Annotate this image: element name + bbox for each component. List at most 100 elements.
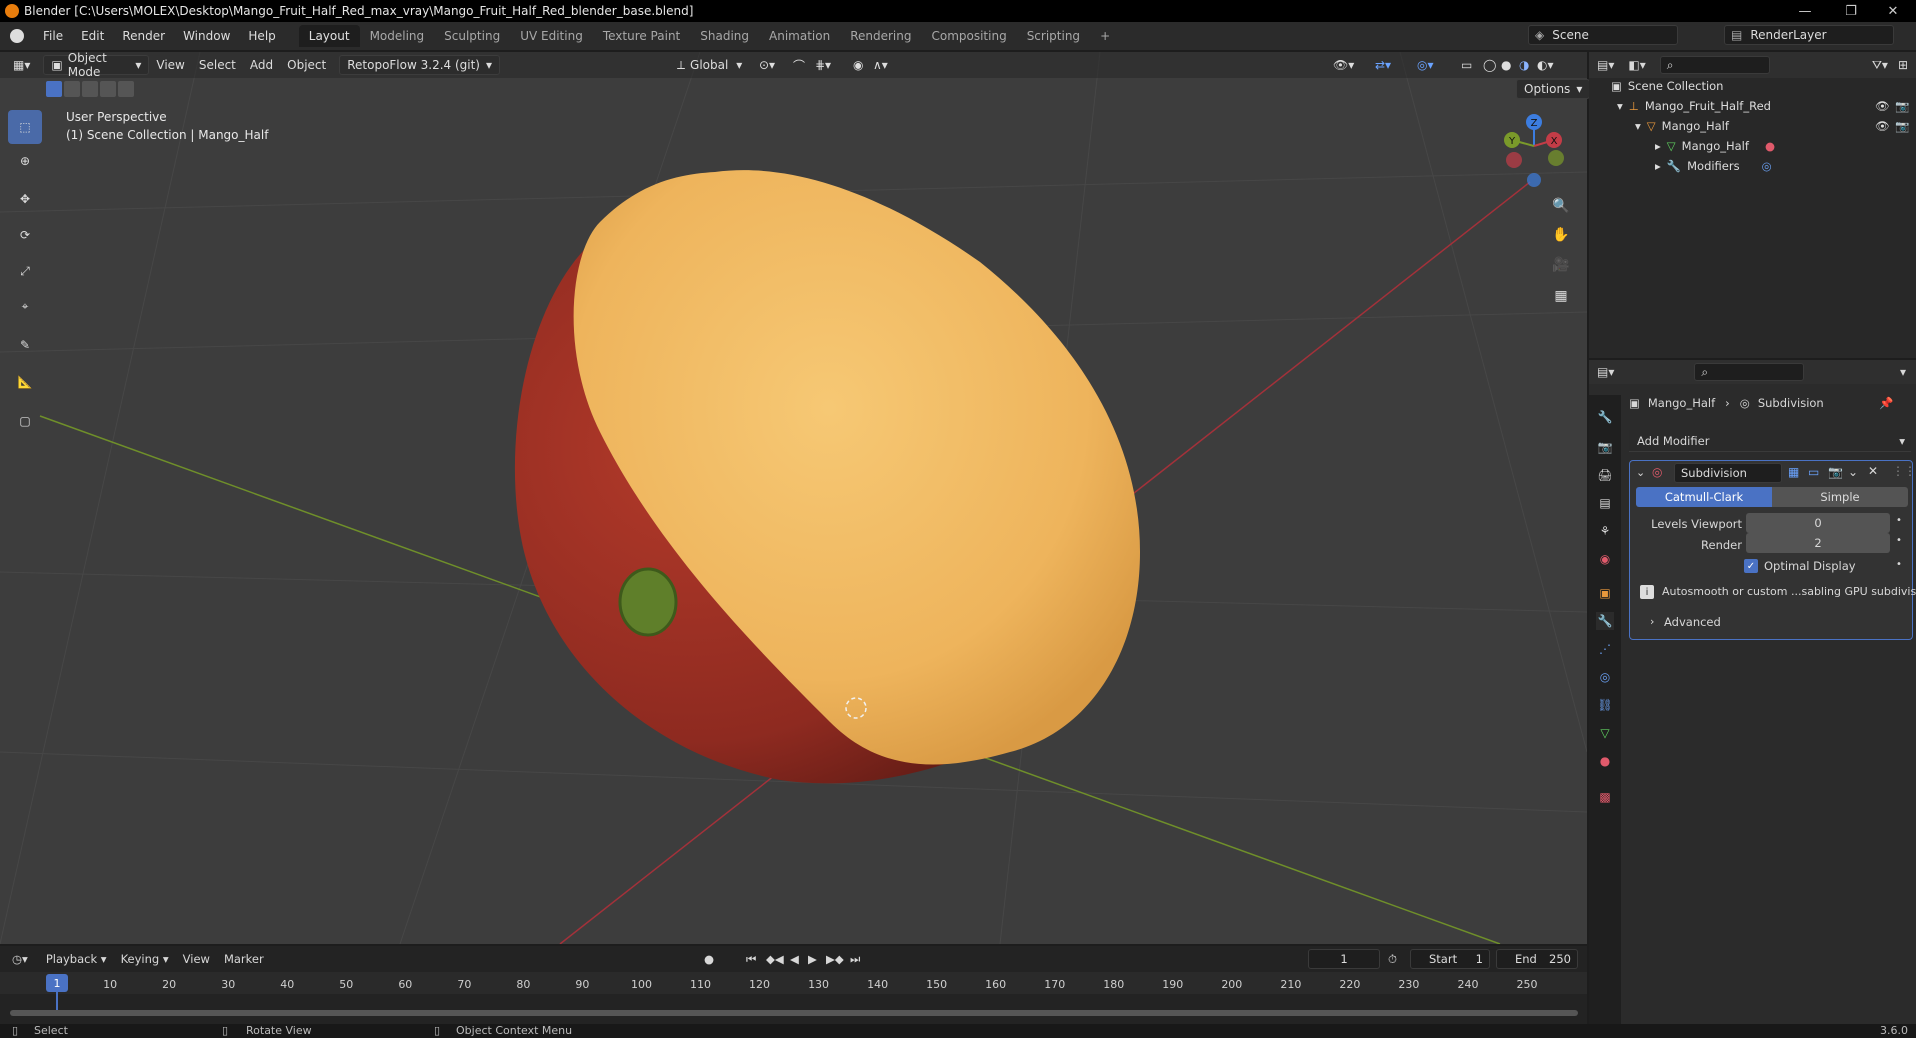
navigation-gizmo[interactable]: Z Y X: [1496, 110, 1572, 190]
next-keyframe-icon[interactable]: ▶◆: [826, 952, 844, 966]
add-cube-tool[interactable]: ▢: [8, 404, 42, 438]
pin-icon[interactable]: 📌: [1879, 396, 1893, 410]
menu-add[interactable]: Add: [243, 55, 280, 75]
select-extend-icon[interactable]: [64, 81, 80, 97]
measure-tool[interactable]: 📐: [8, 365, 42, 399]
falloff-icon[interactable]: ∧▾: [866, 55, 895, 75]
menu-help[interactable]: Help: [239, 29, 284, 43]
edit-mode-toggle-icon[interactable]: ▦: [1788, 465, 1799, 479]
snap-target-icon[interactable]: ⋕▾: [808, 55, 838, 75]
move-tool[interactable]: ✥: [8, 182, 42, 216]
orientation-dropdown[interactable]: ⟂ Global ▾: [670, 55, 749, 75]
view-layer-selector[interactable]: ▤ RenderLayer: [1724, 25, 1894, 45]
play-icon[interactable]: ▶: [808, 952, 817, 966]
stopwatch-icon[interactable]: ⏱: [1388, 952, 1397, 967]
outliner-row-mesh-data[interactable]: ▸ ▽ Mango_Half ●: [1589, 136, 1916, 156]
restore-button[interactable]: ❐: [1828, 0, 1874, 22]
add-workspace-button[interactable]: +: [1090, 25, 1120, 47]
eye-icon[interactable]: 👁: [1875, 99, 1890, 113]
tab-rendering[interactable]: Rendering: [840, 25, 921, 47]
tab-compositing[interactable]: Compositing: [921, 25, 1016, 47]
mode-dropdown[interactable]: ▣ Object Mode ▾: [43, 51, 150, 79]
rotate-tool[interactable]: ⟳: [8, 218, 42, 252]
menu-marker[interactable]: Marker: [224, 952, 264, 966]
menu-select[interactable]: Select: [192, 55, 243, 75]
filter-icon[interactable]: ⛛▾: [1872, 58, 1888, 73]
outliner-row-mango-half[interactable]: ▾ ▽ Mango_Half 👁 📷: [1589, 116, 1916, 136]
zoom-icon[interactable]: 🔍: [1548, 193, 1574, 219]
expand-chevron-icon[interactable]: ▾: [1617, 99, 1623, 113]
menu-timeline-view[interactable]: View: [183, 952, 210, 966]
chevron-down-icon[interactable]: ▾: [1900, 365, 1906, 379]
outliner-editor-icon[interactable]: ▤▾: [1597, 58, 1614, 72]
minimize-button[interactable]: —: [1782, 0, 1828, 22]
options-button[interactable]: Options ▾: [1516, 79, 1591, 99]
select-subtract-icon[interactable]: [82, 81, 98, 97]
current-frame-field[interactable]: 1: [1308, 949, 1380, 969]
scale-tool[interactable]: ⤢: [8, 254, 42, 288]
menu-render[interactable]: Render: [113, 29, 174, 43]
tab-scripting[interactable]: Scripting: [1017, 25, 1090, 47]
outliner-row-scene-collection[interactable]: ▣ Scene Collection: [1589, 76, 1916, 96]
camera-icon[interactable]: 📷: [1895, 119, 1909, 133]
overlay-toggle-icon[interactable]: ◎▾: [1410, 55, 1441, 75]
properties-editor-icon[interactable]: ▤▾: [1597, 365, 1614, 379]
blender-menu-icon[interactable]: [10, 29, 24, 43]
simple-option[interactable]: Simple: [1772, 487, 1908, 507]
select-new-icon[interactable]: [46, 81, 62, 97]
tab-layout[interactable]: Layout: [298, 25, 360, 47]
animate-dot-icon[interactable]: •: [1896, 559, 1902, 570]
playhead-marker[interactable]: 1: [46, 974, 68, 992]
tab-texture-paint[interactable]: Texture Paint: [593, 25, 690, 47]
collapse-chevron-icon[interactable]: ▸: [1655, 139, 1661, 153]
texture-tab-icon[interactable]: ▩: [1596, 788, 1614, 806]
output-tab-icon[interactable]: 🖨: [1596, 466, 1614, 484]
pan-hand-icon[interactable]: ✋: [1548, 222, 1574, 248]
expand-chevron-icon[interactable]: ›: [1650, 615, 1654, 628]
scene-tab-icon[interactable]: ⚘: [1596, 522, 1614, 540]
tab-shading[interactable]: Shading: [690, 25, 759, 47]
view-layer-tab-icon[interactable]: ▤: [1596, 494, 1614, 512]
expand-chevron-icon[interactable]: ▾: [1635, 119, 1641, 133]
properties-search-input[interactable]: ⌕: [1694, 363, 1805, 381]
close-icon[interactable]: ✕: [1868, 464, 1878, 478]
pivot-icon[interactable]: ⊙▾: [752, 55, 782, 75]
outliner-row-collection[interactable]: ▾ ⊥ Mango_Fruit_Half_Red 👁 📷: [1589, 96, 1916, 116]
play-reverse-icon[interactable]: ◀: [790, 952, 799, 966]
tab-animation[interactable]: Animation: [759, 25, 840, 47]
annotate-tool[interactable]: ✎: [8, 328, 42, 362]
select-invert-icon[interactable]: [100, 81, 116, 97]
add-modifier-dropdown[interactable]: Add Modifier ▾: [1629, 430, 1911, 452]
catmull-clark-option[interactable]: Catmull-Clark: [1636, 487, 1772, 507]
physics-tab-icon[interactable]: ◎: [1596, 668, 1614, 686]
select-intersect-icon[interactable]: [118, 81, 134, 97]
3d-viewport[interactable]: [0, 52, 1587, 944]
levels-viewport-field[interactable]: 0: [1746, 513, 1890, 533]
record-icon[interactable]: ●: [704, 952, 714, 966]
gizmo-toggle-icon[interactable]: ⇄▾: [1368, 55, 1398, 75]
scene-selector[interactable]: ◈ Scene: [1528, 25, 1678, 45]
world-tab-icon[interactable]: ◉: [1596, 550, 1614, 568]
collapse-chevron-icon[interactable]: ⌄: [1636, 466, 1645, 479]
jump-start-icon[interactable]: ⏮: [746, 952, 756, 967]
transform-tool[interactable]: ⌖: [8, 289, 42, 323]
tab-sculpting[interactable]: Sculpting: [434, 25, 510, 47]
modifier-name-input[interactable]: Subdivision: [1674, 463, 1782, 483]
modifier-tab-icon[interactable]: 🔧: [1596, 612, 1614, 630]
animate-dot-icon[interactable]: •: [1896, 515, 1902, 526]
jump-end-icon[interactable]: ⏭: [850, 952, 860, 967]
cursor-tool[interactable]: ⊕: [8, 144, 42, 178]
tab-uv-editing[interactable]: UV Editing: [510, 25, 593, 47]
menu-object[interactable]: Object: [280, 55, 333, 75]
start-frame-field[interactable]: Start 1: [1410, 949, 1490, 969]
advanced-subpanel[interactable]: Advanced: [1664, 615, 1721, 629]
data-tab-icon[interactable]: ▽: [1596, 724, 1614, 742]
end-frame-field[interactable]: End 250: [1496, 949, 1578, 969]
menu-file[interactable]: File: [34, 29, 72, 43]
modifier-menu-icon[interactable]: ⌄: [1848, 465, 1858, 479]
render-tab-icon[interactable]: 📷: [1596, 438, 1614, 456]
collapse-chevron-icon[interactable]: ▸: [1655, 159, 1661, 173]
particles-tab-icon[interactable]: ⋰: [1596, 640, 1614, 658]
timeline-scrollbar[interactable]: [10, 1010, 1578, 1016]
new-collection-icon[interactable]: ⊞: [1898, 58, 1908, 72]
